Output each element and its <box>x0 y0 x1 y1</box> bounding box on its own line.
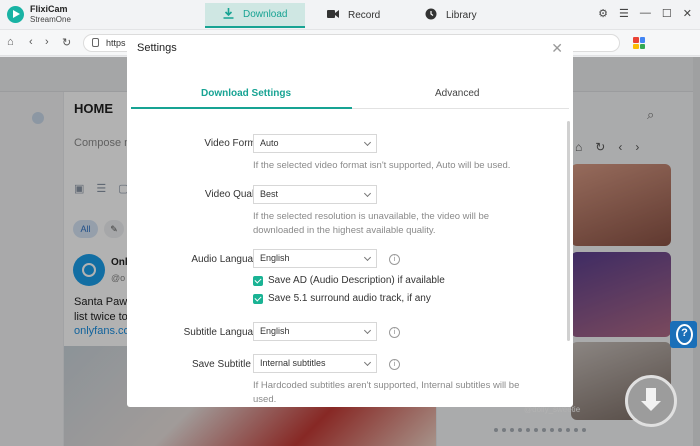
video-format-hint: If the selected video format isn't suppo… <box>253 160 511 171</box>
help-icon[interactable] <box>670 321 697 348</box>
save-subtitle-select[interactable]: Internal subtitles <box>253 354 377 373</box>
settings-gear-icon[interactable]: ⚙ <box>598 7 608 20</box>
chevron-down-icon <box>363 326 372 335</box>
hint-line: If the selected resolution is unavailabl… <box>253 211 490 222</box>
video-quality-hint: If the selected resolution is unavailabl… <box>253 210 533 238</box>
chevron-down-icon <box>363 253 372 262</box>
info-icon[interactable]: i <box>389 327 400 338</box>
chevron-down-icon <box>363 189 372 198</box>
menu-icon[interactable]: ☰ <box>619 7 629 20</box>
settings-dialog: Settings ✕ Download Settings Advanced Vi… <box>127 37 573 407</box>
audio-language-value: English <box>260 253 290 263</box>
audio-language-select[interactable]: English <box>253 249 377 268</box>
chevron-down-icon <box>363 358 372 367</box>
title-bar: FlixiCam StreamOne Download Record Libra… <box>0 0 700 30</box>
dialog-scrollbar[interactable] <box>567 121 570 341</box>
save-surround-label: Save 5.1 surround audio track, if any <box>268 293 431 304</box>
app-subtitle: StreamOne <box>30 15 71 24</box>
subtitle-language-value: English <box>260 326 290 336</box>
url-text: https <box>106 38 126 48</box>
close-icon[interactable]: ✕ <box>551 40 563 57</box>
download-icon <box>223 7 234 22</box>
tab-record[interactable]: Record <box>327 3 380 28</box>
video-format-label: Video Format: <box>204 138 267 149</box>
record-icon <box>327 9 339 22</box>
save-ad-checkbox[interactable] <box>253 276 263 286</box>
maximize-icon[interactable]: ☐ <box>662 7 672 20</box>
back-icon[interactable]: ‹ <box>29 36 33 48</box>
tab-download[interactable]: Download <box>205 3 305 28</box>
audio-language-label: Audio Language: <box>191 254 267 265</box>
info-icon[interactable]: i <box>389 254 400 265</box>
lock-icon <box>92 38 99 47</box>
floating-download-icon[interactable] <box>625 375 677 427</box>
window-controls: ⚙ ☰ — ☐ ✕ <box>598 7 692 20</box>
library-icon <box>425 8 437 23</box>
app-name: FlixiCam <box>30 4 68 14</box>
tab-record-label: Record <box>348 10 381 21</box>
video-quality-value: Best <box>260 189 279 199</box>
tab-library[interactable]: Library <box>425 3 477 28</box>
hint-line: If Hardcoded subtitles aren't supported,… <box>253 380 520 391</box>
hint-line: downloaded in the highest available qual… <box>253 225 436 236</box>
save-subtitle-label: Save Subtitle as: <box>191 359 267 370</box>
video-quality-label: Video Quality: <box>204 189 267 200</box>
app-logo-icon <box>7 6 24 23</box>
apps-grid-icon[interactable] <box>633 37 645 49</box>
chevron-down-icon <box>363 138 372 147</box>
tab-advanced[interactable]: Advanced <box>435 88 479 99</box>
video-format-select[interactable]: Auto <box>253 134 377 153</box>
tab-download-label: Download <box>243 9 288 20</box>
home-icon[interactable]: ⌂ <box>7 36 14 48</box>
minimize-icon[interactable]: — <box>640 7 651 20</box>
dialog-title: Settings <box>137 42 177 54</box>
forward-icon[interactable]: › <box>45 36 49 48</box>
save-subtitle-value: Internal subtitles <box>260 358 326 368</box>
hint-line: used. <box>253 394 277 405</box>
save-subtitle-hint: If Hardcoded subtitles aren't supported,… <box>253 379 533 407</box>
close-window-icon[interactable]: ✕ <box>683 7 692 20</box>
video-format-value: Auto <box>260 138 279 148</box>
video-quality-select[interactable]: Best <box>253 185 377 204</box>
save-surround-checkbox[interactable] <box>253 294 263 304</box>
reload-icon[interactable]: ↻ <box>62 36 71 49</box>
tab-active-indicator <box>131 107 352 109</box>
info-icon[interactable]: i <box>389 359 400 370</box>
save-ad-label: Save AD (Audio Description) if available <box>268 275 445 286</box>
subtitle-language-label: Subtitle Language: <box>183 327 267 338</box>
tab-download-settings[interactable]: Download Settings <box>201 88 291 99</box>
tab-library-label: Library <box>446 10 477 21</box>
subtitle-language-select[interactable]: English <box>253 322 377 341</box>
